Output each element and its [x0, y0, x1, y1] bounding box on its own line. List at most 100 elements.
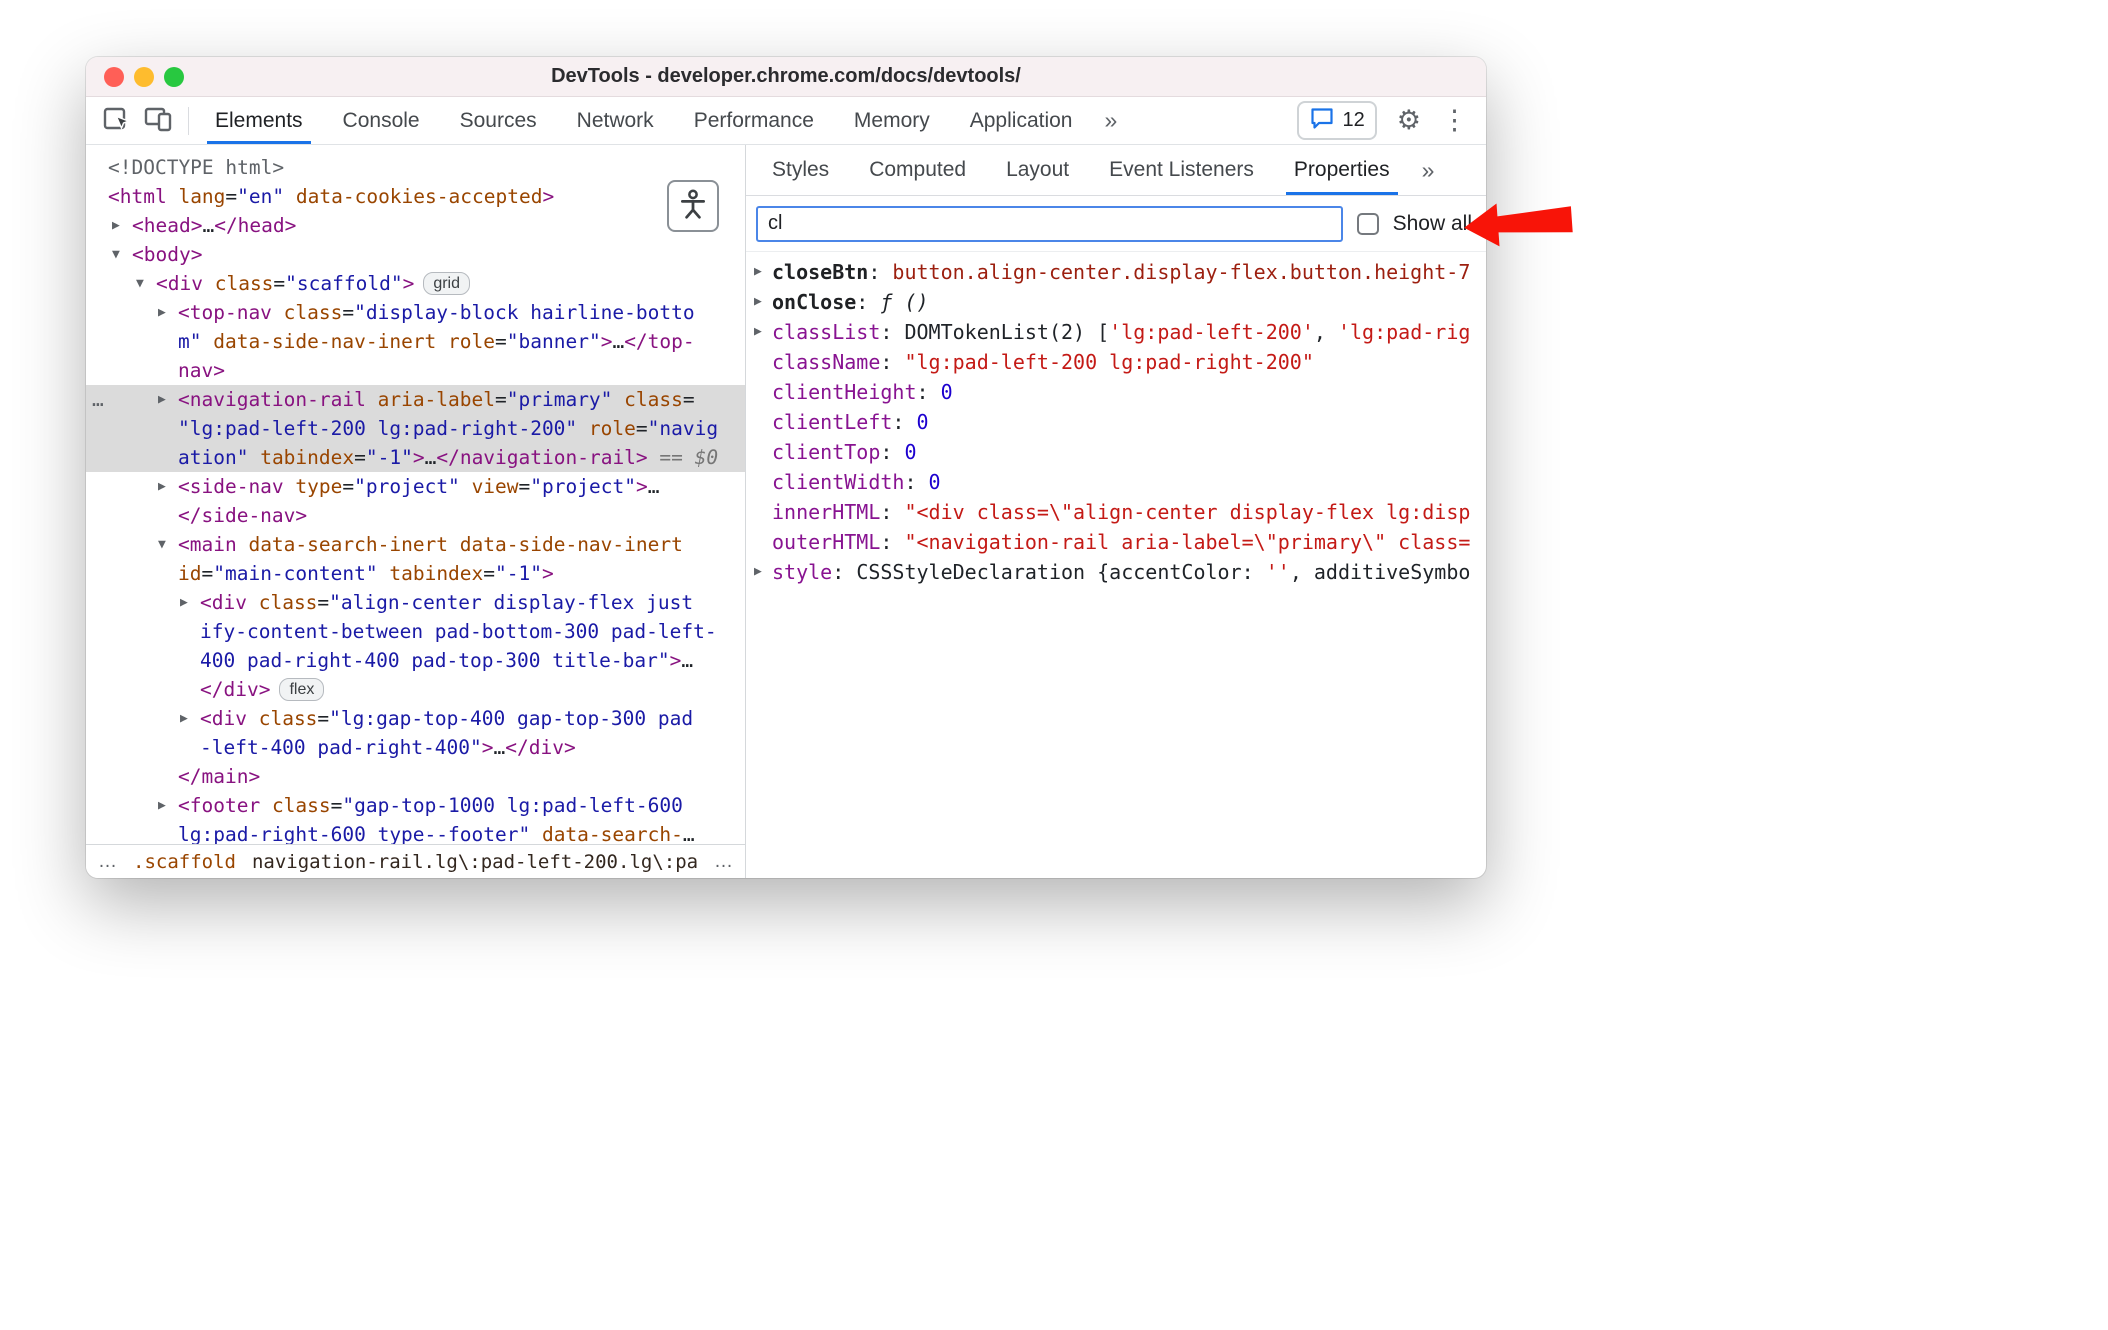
red-annotation-arrow — [1464, 203, 1573, 247]
dom-tree-line[interactable]: ▶ <side-nav type="project" view="project"… — [86, 472, 745, 501]
elements-pane: <!DOCTYPE html> <html lang="en" data-cook… — [86, 145, 746, 878]
dom-tree-line[interactable]: ▶ <head>…</head> — [86, 211, 745, 240]
disclosure-right-icon[interactable]: ▶ — [754, 557, 762, 587]
dom-tree-line[interactable]: 400 pad-right-400 pad-top-300 title-bar"… — [86, 646, 745, 675]
property-row-clientTop[interactable]: clientTop: 0 — [746, 437, 1486, 467]
code-segment: > — [402, 272, 415, 295]
dom-tree-line[interactable]: </main> — [86, 762, 745, 791]
grid-badge[interactable]: grid — [423, 272, 471, 295]
code-segment: lg:pad-right-600 type--footer" — [178, 823, 531, 844]
device-toolbar-icon[interactable] — [142, 102, 174, 139]
breadcrumb-overflow[interactable]: … — [98, 851, 117, 873]
minimize-window-button[interactable] — [134, 67, 154, 87]
tab-sources[interactable]: Sources — [440, 97, 557, 144]
code-segment: ify-content-between pad-bottom-300 pad-l… — [200, 620, 717, 643]
disclosure-right-icon[interactable]: ▶ — [112, 211, 132, 240]
dom-tree-line[interactable]: </side-nav> — [86, 501, 745, 530]
flex-badge[interactable]: flex — [279, 678, 325, 701]
property-row-clientWidth[interactable]: clientWidth: 0 — [746, 467, 1486, 497]
code-segment: </main> — [178, 765, 261, 788]
property-row-innerHTML[interactable]: innerHTML: "<div class=\"align-center di… — [746, 497, 1486, 527]
tab-properties[interactable]: Properties — [1274, 145, 1410, 195]
tab-application[interactable]: Application — [950, 97, 1093, 144]
dom-tree-line[interactable]: ▶ <top-nav class="display-block hairline-… — [86, 298, 745, 327]
tab-layout[interactable]: Layout — [986, 145, 1089, 195]
disclosure-right-icon[interactable]: ▶ — [158, 472, 178, 501]
node-overflow-menu-icon[interactable]: … — [92, 385, 106, 414]
dom-tree-line[interactable]: ▼ <div class="scaffold"> grid — [86, 269, 745, 298]
accessibility-button[interactable] — [667, 180, 719, 232]
code-segment: tabindex — [260, 446, 355, 469]
dom-tree-line[interactable]: <html lang="en" data-cookies-accepted> — [86, 182, 745, 211]
sidebar-tabs-bar: Styles Computed Layout Event Listeners Prope… — [746, 145, 1486, 196]
zoom-window-button[interactable] — [164, 67, 184, 87]
tab-performance[interactable]: Performance — [674, 97, 834, 144]
property-row-closeBtn[interactable]: ▶ closeBtn: button.align-center.display-f… — [746, 257, 1486, 287]
disclosure-right-icon[interactable]: ▶ — [754, 287, 762, 317]
tab-event-listeners[interactable]: Event Listeners — [1089, 145, 1274, 195]
tab-network[interactable]: Network — [557, 97, 674, 144]
more-panels-button[interactable]: » — [1092, 97, 1129, 144]
show-all-checkbox[interactable] — [1356, 212, 1379, 235]
inspect-icon[interactable] — [100, 102, 132, 139]
property-row-className[interactable]: className: "lg:pad-left-200 lg:pad-right… — [746, 347, 1486, 377]
close-window-button[interactable] — [104, 67, 124, 87]
disclosure-right-icon[interactable]: ▶ — [180, 704, 200, 733]
disclosure-right-icon[interactable]: ▶ — [158, 385, 178, 414]
dom-tree-line[interactable]: ▶ <footer class="gap-top-1000 lg:pad-left… — [86, 791, 745, 820]
code-segment: lang — [178, 185, 226, 208]
settings-gear-icon[interactable]: ⚙ — [1397, 107, 1421, 134]
more-sidebar-tabs-button[interactable]: » — [1410, 145, 1447, 195]
property-row-onClose[interactable]: ▶ onClose: ƒ () — [746, 287, 1486, 317]
dom-tree-line[interactable]: nav> — [86, 356, 745, 385]
dom-tree-line[interactable]: m" data-side-nav-inert role="banner">…</… — [86, 327, 745, 356]
property-row-outerHTML[interactable]: outerHTML: "<navigation-rail aria-label=… — [746, 527, 1486, 557]
disclosure-right-icon[interactable]: ▶ — [754, 317, 762, 347]
tab-memory[interactable]: Memory — [834, 97, 950, 144]
property-row-style[interactable]: ▶ style: CSSStyleDeclaration {accentColor… — [746, 557, 1486, 587]
tab-styles[interactable]: Styles — [752, 145, 849, 195]
dom-tree-line[interactable]: "lg:pad-left-200 lg:pad-right-200" role=… — [86, 414, 745, 443]
disclosure-down-icon[interactable]: ▼ — [158, 530, 178, 559]
dom-tree-line[interactable]: <!DOCTYPE html> — [86, 153, 745, 182]
breadcrumb-scaffold[interactable]: .scaffold — [133, 851, 236, 873]
tab-console[interactable]: Console — [323, 97, 440, 144]
dom-tree-line[interactable]: </div> flex — [86, 675, 745, 704]
disclosure-right-icon[interactable]: ▶ — [180, 588, 200, 617]
disclosure-right-icon[interactable]: ▶ — [754, 257, 762, 287]
dom-tree-line[interactable]: ▼ <main data-search-inert data-side-nav-i… — [86, 530, 745, 559]
tab-computed[interactable]: Computed — [849, 145, 986, 195]
property-key: outerHTML — [772, 530, 881, 554]
properties-filter-input[interactable] — [756, 205, 1343, 242]
dom-tree-line[interactable]: … ▶ <navigation-rail aria-label="primary" … — [86, 385, 745, 414]
more-options-icon[interactable]: ⋮ — [1441, 107, 1468, 134]
property-row-classList[interactable]: ▶ classList: DOMTokenList(2) ['lg:pad-lef… — [746, 317, 1486, 347]
dom-tree-line[interactable]: lg:pad-right-600 type--footer" data-sear… — [86, 820, 745, 844]
dom-tree-line[interactable]: ▶ <div class="lg:gap-top-400 gap-top-300 … — [86, 704, 745, 733]
disclosure-right-icon[interactable]: ▶ — [158, 791, 178, 820]
property-value-segment: "<div class=\"align-center display-flex … — [904, 500, 1471, 524]
dom-tree-line[interactable]: ify-content-between pad-bottom-300 pad-l… — [86, 617, 745, 646]
property-row-clientHeight[interactable]: clientHeight: 0 — [746, 377, 1486, 407]
dom-tree-line[interactable]: ation" tabindex="-1">…</navigation-rail>… — [86, 443, 745, 472]
disclosure-down-icon[interactable]: ▼ — [136, 269, 156, 298]
property-row-clientLeft[interactable]: clientLeft: 0 — [746, 407, 1486, 437]
dom-tree-line[interactable]: -left-400 pad-right-400">…</div> — [86, 733, 745, 762]
dom-tree-line[interactable]: id="main-content" tabindex="-1"> — [86, 559, 745, 588]
breadcrumb-selected-node[interactable]: navigation-rail.lg\:pad-left-200.lg\:pad… — [252, 851, 698, 873]
dom-tree-line[interactable]: ▼ <body> — [86, 240, 745, 269]
devtools-panel-tabs: Elements Console Sources Network Performance… — [195, 97, 1092, 144]
tab-elements[interactable]: Elements — [195, 97, 323, 144]
dom-tree-line[interactable]: ▶ <div class="align-center display-flex j… — [86, 588, 745, 617]
code-segment: > — [481, 736, 494, 759]
disclosure-right-icon[interactable]: ▶ — [158, 298, 178, 327]
code-segment: … — [682, 823, 695, 844]
disclosure-down-icon[interactable]: ▼ — [112, 240, 132, 269]
code-segment: -left-400 pad-right-400" — [200, 736, 482, 759]
code-segment: <top-nav — [178, 301, 272, 324]
console-messages-button[interactable]: 12 — [1296, 101, 1377, 140]
